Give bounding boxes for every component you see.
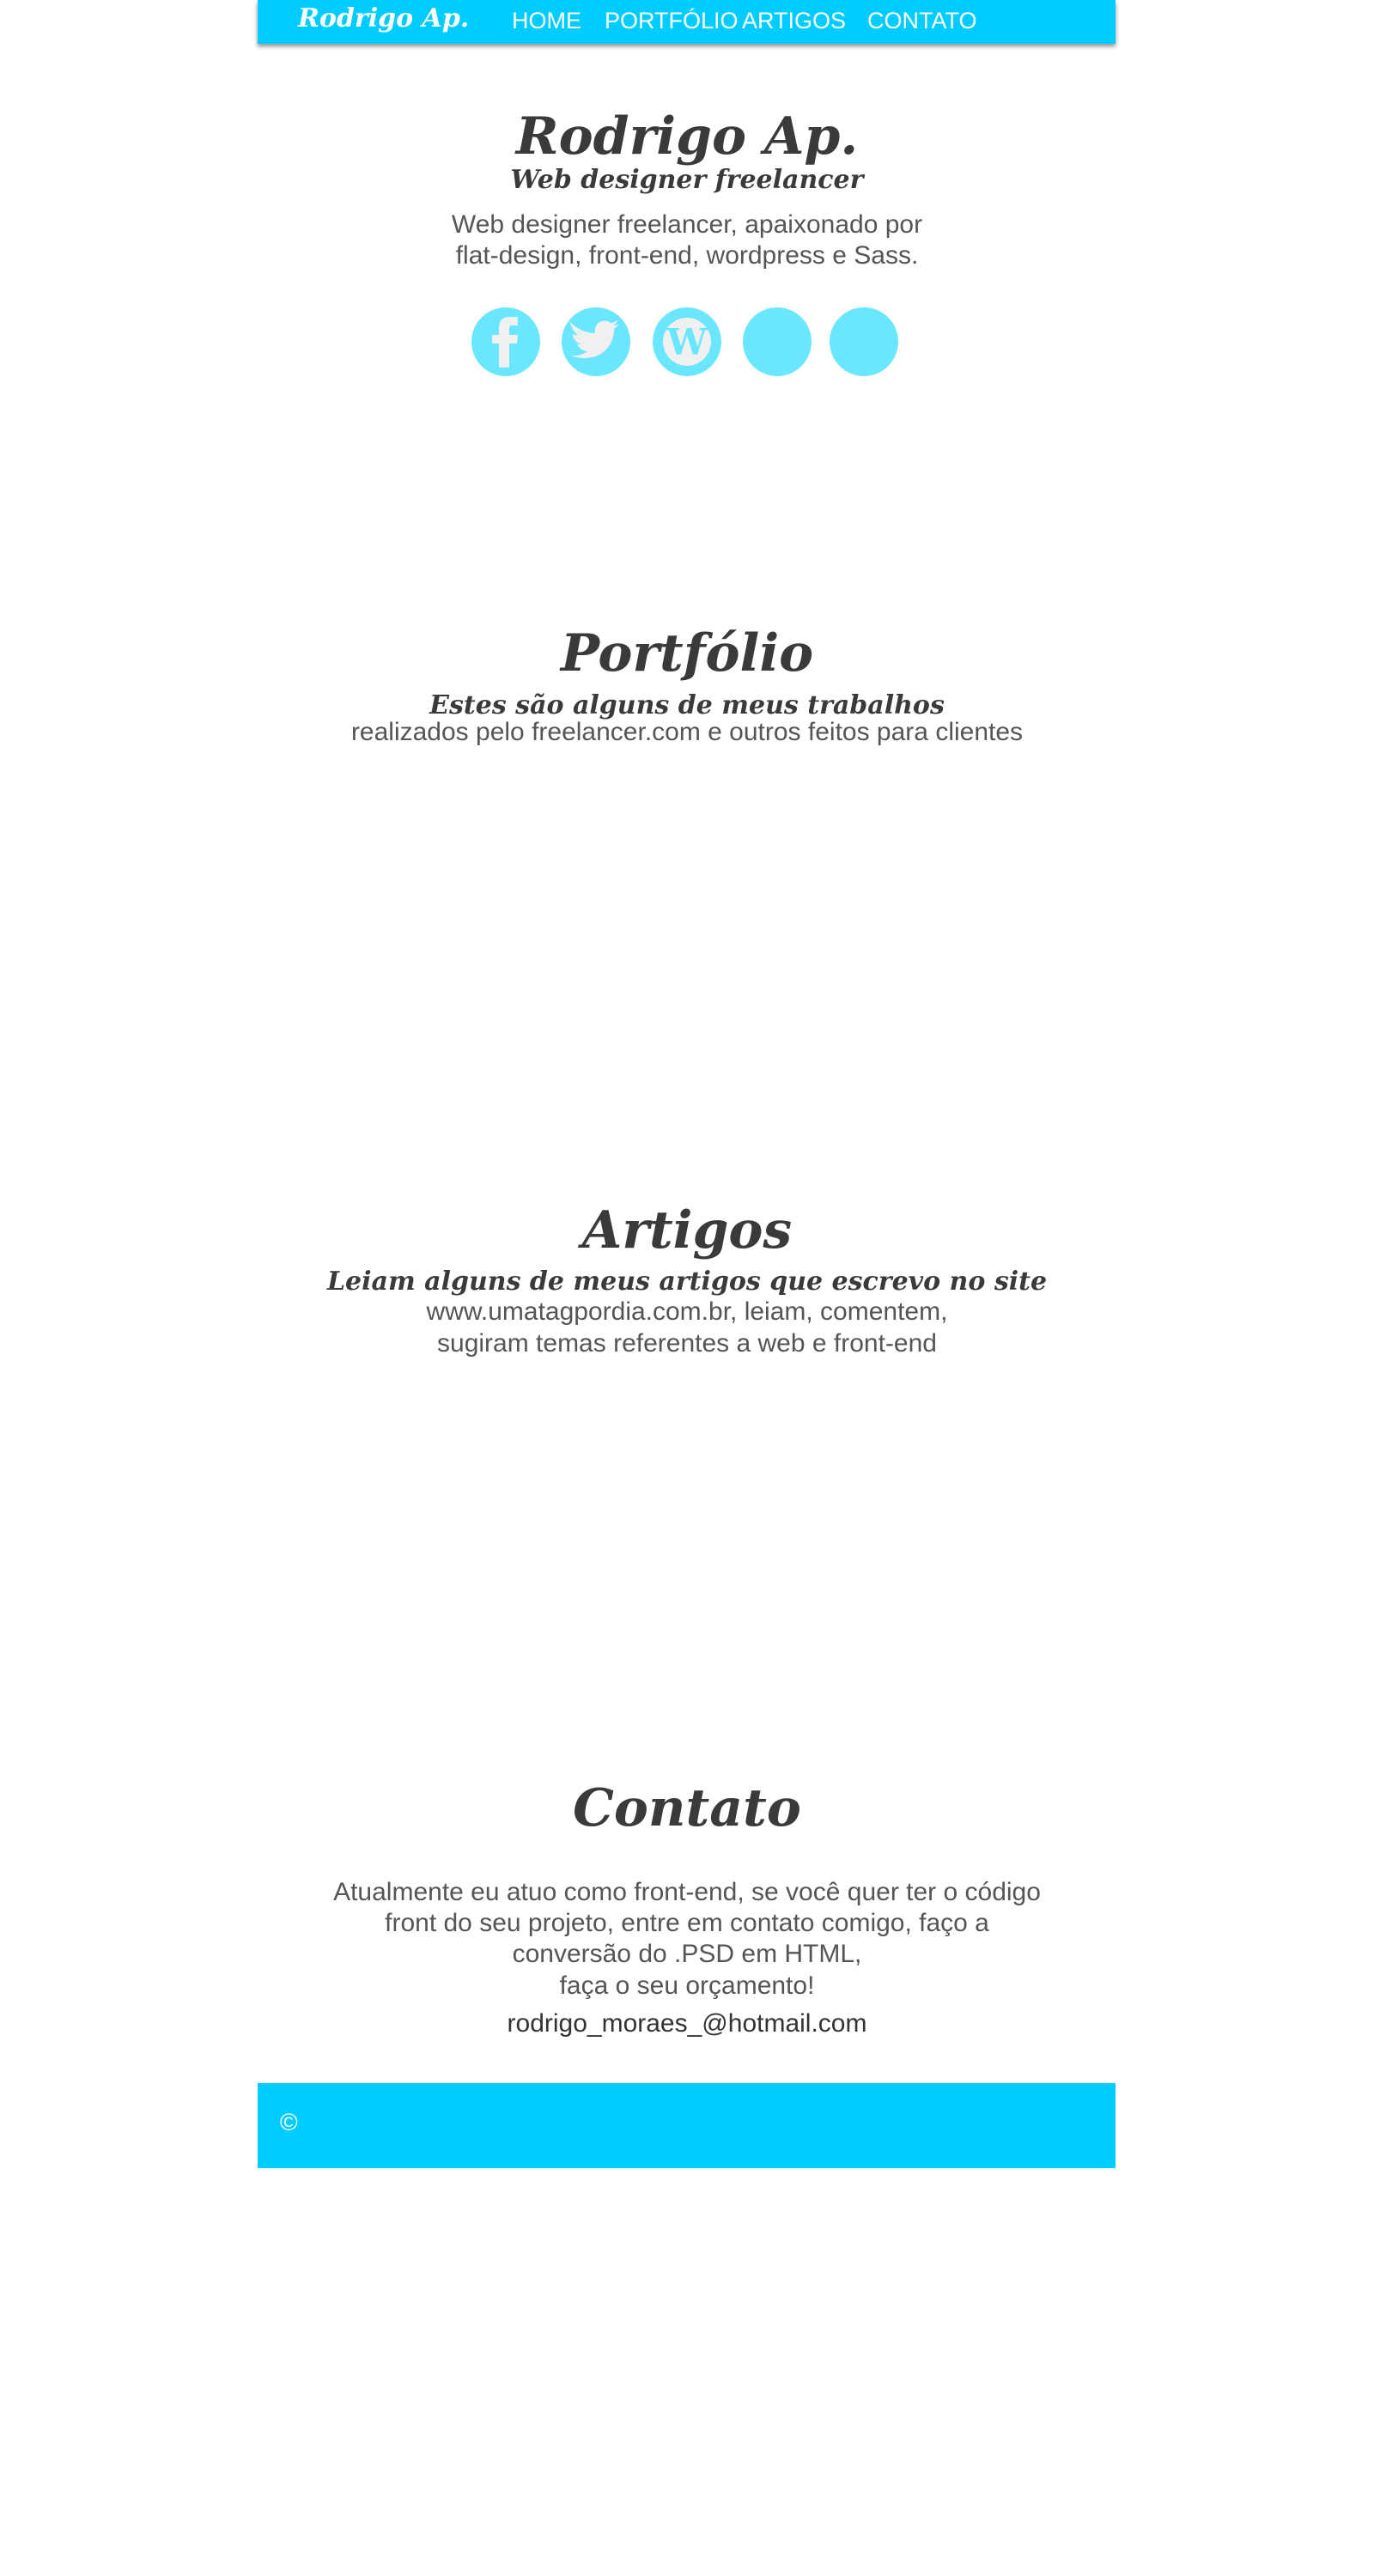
footer: ©	[258, 2083, 1116, 2168]
artigos-desc-1: www.umatagpordia.com.br, leiam, comentem…	[426, 1297, 948, 1326]
brand-logo[interactable]: Rodrigo Ap.	[298, 3, 469, 33]
hero-subtitle: Web designer freelancer	[510, 165, 864, 195]
social-icon-5[interactable]	[830, 307, 898, 376]
svg-text:W: W	[666, 321, 708, 363]
contato-title: Contato	[573, 1778, 801, 1838]
copyright: ©	[280, 2109, 298, 2136]
nav-artigos[interactable]: ARTIGOS	[742, 8, 846, 34]
artigos-desc-2: sugiram temas referentes a web e front-e…	[437, 1329, 937, 1358]
portfolio-subtitle: Estes são alguns de meus trabalhos	[429, 690, 945, 720]
contato-desc-2: front do seu projeto, entre em contato c…	[385, 1909, 989, 1937]
facebook-icon[interactable]	[471, 307, 540, 376]
hero-desc-1: Web designer freelancer, apaixonado por	[451, 210, 923, 239]
hero-title: Rodrigo Ap.	[515, 106, 859, 167]
artigos-title: Artigos	[581, 1200, 793, 1261]
contact-email[interactable]: rodrigo_moraes_@hotmail.com	[0, 2008, 1374, 2039]
nav-home[interactable]: HOME	[512, 8, 581, 34]
hero-desc-2: flat-design, front-end, wordpress e Sass…	[455, 241, 919, 270]
nav-contato[interactable]: CONTATO	[867, 8, 977, 34]
artigos-subtitle: Leiam alguns de meus artigos que escrevo…	[326, 1267, 1048, 1297]
contato-desc-4: faça o seu orçamento!	[559, 1971, 815, 2000]
nav-portfolio[interactable]: PORTFÓLIO	[605, 8, 739, 34]
social-icon-4[interactable]	[743, 307, 812, 376]
wordpress-icon[interactable]: W	[653, 307, 721, 376]
twitter-icon[interactable]	[562, 307, 630, 376]
portfolio-title: Portfólio	[560, 623, 814, 683]
portfolio-desc: realizados pelo freelancer.com e outros …	[350, 718, 1024, 746]
contato-desc-3: conversão do .PSD em HTML,	[512, 1940, 862, 1968]
contato-desc-1: Atualmente eu atuo como front-end, se vo…	[333, 1878, 1041, 1906]
top-nav: Rodrigo Ap. HOME PORTFÓLIO ARTIGOS CONTA…	[258, 0, 1116, 44]
